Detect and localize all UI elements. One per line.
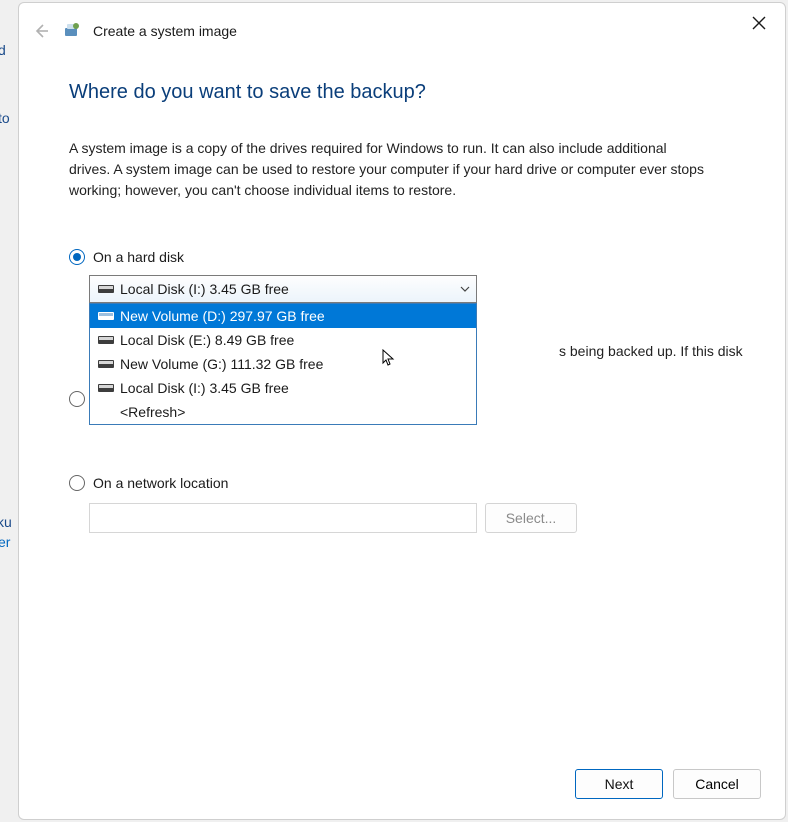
cancel-button[interactable]: Cancel [673,769,761,799]
radio-icon [69,249,85,265]
dropdown-item-label: New Volume (D:) 297.97 GB free [120,308,325,324]
radio-label-hard-disk: On a hard disk [93,249,184,265]
dropdown-item-label: Local Disk (I:) 3.45 GB free [120,380,289,396]
page-heading: Where do you want to save the backup? [69,81,735,104]
network-input-row: Select... [89,503,735,533]
radio-dvd[interactable] [69,391,85,407]
create-system-image-dialog: Create a system image Where do you want … [18,2,786,820]
drive-icon [98,311,114,321]
radio-hard-disk[interactable]: On a hard disk [69,249,735,265]
dropdown-item-refresh[interactable]: <Refresh> [90,400,476,424]
back-arrow-icon [33,23,49,39]
next-button[interactable]: Next [575,769,663,799]
dropdown-item-local-disk-e[interactable]: Local Disk (E:) 8.49 GB free [90,328,476,352]
dialog-content: Where do you want to save the backup? A … [19,47,785,753]
dropdown-item-label: <Refresh> [120,404,185,420]
option-hard-disk: On a hard disk Local Disk (I:) 3.45 GB f… [69,249,735,303]
drive-icon [98,383,114,393]
drive-icon [98,335,114,345]
radio-network[interactable]: On a network location [69,475,735,491]
system-image-icon [63,22,81,40]
dialog-header: Create a system image [19,3,785,47]
select-button[interactable]: Select... [485,503,577,533]
network-location-input[interactable] [89,503,477,533]
hard-disk-combo-wrapper: Local Disk (I:) 3.45 GB free New Volume … [89,275,477,303]
close-icon [752,16,766,30]
warning-text-fragment: s being backed up. If this disk [559,343,743,359]
page-description: A system image is a copy of the drives r… [69,138,709,201]
radio-icon [69,475,85,491]
radio-label-network: On a network location [93,475,228,491]
combo-selected-text: Local Disk (I:) 3.45 GB free [120,281,289,297]
option-network: On a network location Select... [69,475,735,533]
dropdown-item-local-disk-i[interactable]: Local Disk (I:) 3.45 GB free [90,376,476,400]
back-button[interactable] [31,21,51,41]
dropdown-item-label: New Volume (G:) 111.32 GB free [120,356,323,372]
close-button[interactable] [743,9,775,37]
hard-disk-combo[interactable]: Local Disk (I:) 3.45 GB free [89,275,477,303]
hard-disk-dropdown: New Volume (D:) 297.97 GB free Local Dis… [89,303,477,425]
dropdown-item-new-volume-d[interactable]: New Volume (D:) 297.97 GB free [90,304,476,328]
dropdown-item-new-volume-g[interactable]: New Volume (G:) 111.32 GB free [90,352,476,376]
drive-icon [98,359,114,369]
dropdown-item-label: Local Disk (E:) 8.49 GB free [120,332,294,348]
dialog-footer: Next Cancel [19,753,785,819]
dialog-title: Create a system image [93,23,237,39]
drive-icon [98,284,114,294]
chevron-down-icon [460,281,470,297]
radio-icon [69,391,85,407]
background-sidebar: d to cku er [0,0,18,822]
